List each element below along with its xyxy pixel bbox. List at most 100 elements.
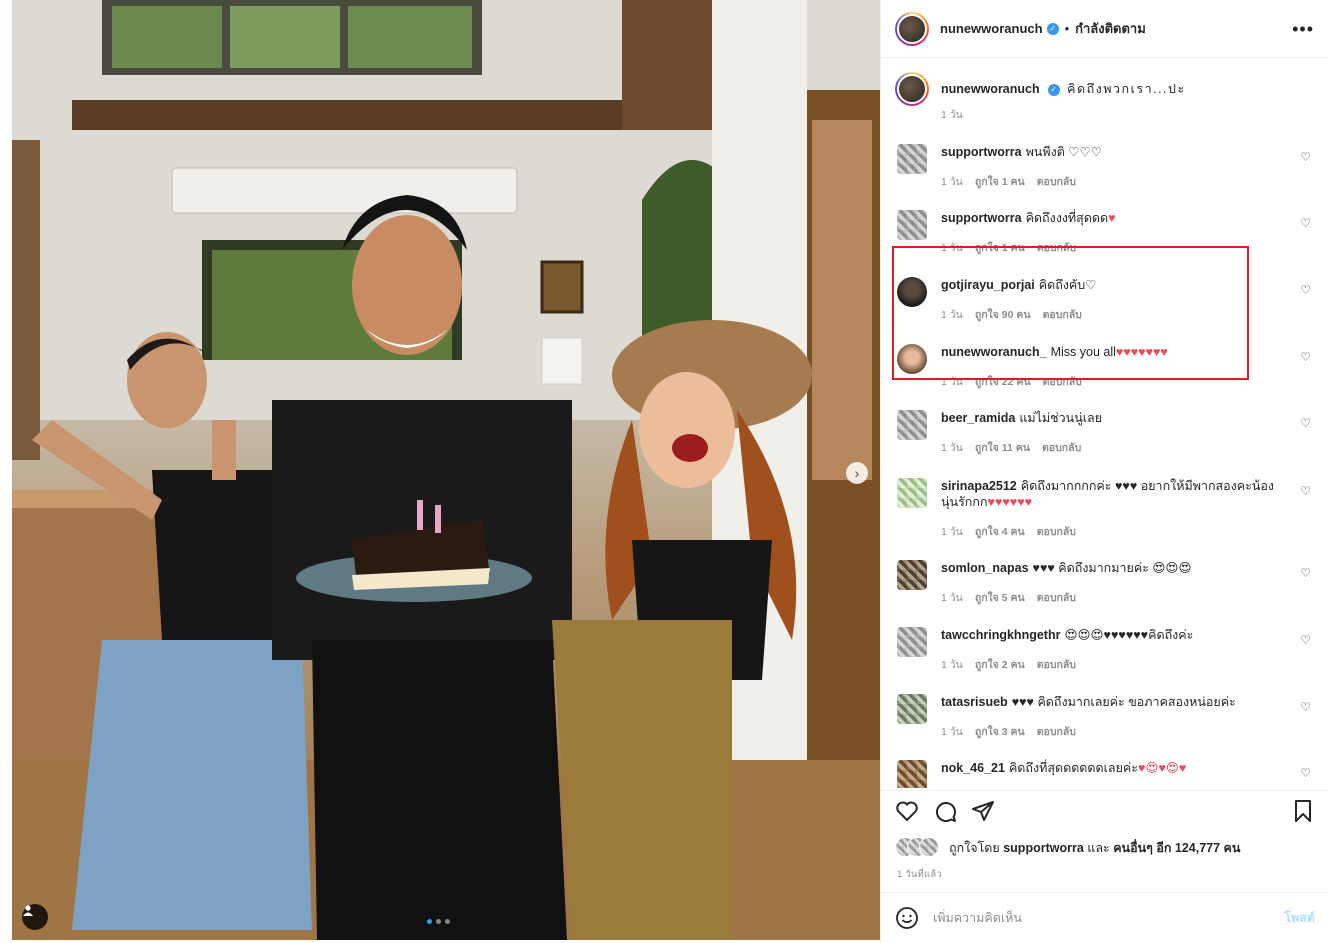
comment-time[interactable]: 1 วัน — [941, 176, 963, 188]
user-tag-icon[interactable] — [22, 904, 48, 930]
follow-status-button[interactable]: กำลังติดตาม — [1075, 18, 1146, 39]
post-header: nunewworanuch ✓ • กำลังติดตาม ••• — [881, 0, 1328, 58]
comment-item: somlon_napas ♥♥♥ คิดถึงมากมายค่ะ 😍😍😍 1 วั… — [895, 560, 1315, 606]
author-avatar[interactable] — [895, 11, 929, 46]
comment-item: nok_46_21 คิดถึงที่สุดดดดดดเลยค่ะ♥😍♥😍♥ ♡ — [895, 760, 1315, 788]
likes-summary[interactable]: ถูกใจโดย supportworra และ คนอื่นๆ อีก 12… — [895, 837, 1240, 859]
commenter-avatar[interactable] — [897, 694, 927, 724]
comments-list[interactable]: nunewworanuch ✓ คิดถึงพวกเรา...ปะ 1 วัน s… — [881, 58, 1328, 788]
comment-emoji: ♥😍♥😍♥ — [1138, 761, 1187, 775]
more-options-icon[interactable]: ••• — [1292, 19, 1314, 40]
caption-username[interactable]: nunewworanuch — [941, 82, 1040, 96]
comment-likes[interactable]: ถูกใจ 1 คน — [975, 176, 1025, 188]
save-icon[interactable] — [1291, 799, 1315, 823]
comment-username[interactable]: supportworra — [941, 211, 1022, 225]
comment-item: sirinapa2512 คิดถึงมากกกกค่ะ ♥♥♥ อยากให้ม… — [895, 478, 1315, 540]
comment-time[interactable]: 1 วัน — [941, 526, 963, 538]
comment-text: คิดถึงงงที่สุดดด — [1025, 211, 1109, 225]
share-icon[interactable] — [971, 799, 995, 823]
comment-time[interactable]: 1 วัน — [941, 592, 963, 604]
comment-item: beer_ramida แม่ไม่ช่วนนู่เลย 1 วัน ถูกใจ 1… — [895, 410, 1315, 456]
comment-item: tawcchringkhngethr 😍😍😍♥♥♥♥♥♥คิดถึงค่ะ 1 ว… — [895, 627, 1315, 673]
author-username[interactable]: nunewworanuch — [940, 21, 1043, 36]
like-comment-icon[interactable]: ♡ — [1300, 700, 1311, 714]
comment-username[interactable]: nok_46_21 — [941, 761, 1005, 775]
commenter-avatar[interactable] — [897, 210, 927, 240]
next-image-button[interactable]: › — [846, 462, 868, 484]
verified-badge-icon: ✓ — [1047, 83, 1060, 96]
reply-button[interactable]: ตอบกลับ — [1037, 526, 1076, 538]
add-comment-input[interactable]: เพิ่มความคิดเห็น — [933, 908, 1284, 928]
comment-item: supportworra พนพีงติ ♡♡♡ 1 วัน ถูกใจ 1 คน ต… — [895, 144, 1315, 190]
commenter-avatar[interactable] — [897, 560, 927, 590]
comment-username[interactable]: tatasrisueb — [941, 695, 1008, 709]
commenter-avatar[interactable] — [897, 410, 927, 440]
comment-text: คิดถึงที่สุดดดดดดเลยค่ะ — [1008, 761, 1138, 775]
like-comment-icon[interactable]: ♡ — [1300, 216, 1311, 230]
likes-others[interactable]: คนอื่นๆ อีก 124,777 คน — [1113, 838, 1240, 858]
comment-likes[interactable]: ถูกใจ 2 คน — [975, 659, 1025, 671]
caption-time[interactable]: 1 วัน — [941, 109, 963, 121]
comment-text: แม่ไม่ช่วนนู่เลย — [1019, 411, 1103, 425]
like-comment-icon[interactable]: ♡ — [1300, 283, 1311, 297]
commenter-avatar[interactable] — [897, 627, 927, 657]
comment-likes[interactable]: ถูกใจ 3 คน — [975, 726, 1025, 738]
like-comment-icon[interactable]: ♡ — [1300, 416, 1311, 430]
commenter-avatar[interactable] — [897, 144, 927, 174]
comment-item: tatasrisueb ♥♥♥ คิดถึงมากเลยค่ะ ขอภาคสองห… — [895, 694, 1315, 740]
reply-button[interactable]: ตอบกลับ — [1037, 176, 1076, 188]
caption: nunewworanuch ✓ คิดถึงพวกเรา...ปะ 1 วัน — [895, 72, 1315, 123]
reply-button[interactable]: ตอบกลับ — [1042, 442, 1081, 454]
post-comment-button[interactable]: โพสต์ — [1284, 908, 1315, 928]
like-comment-icon[interactable]: ♡ — [1300, 150, 1311, 164]
reply-button[interactable]: ตอบกลับ — [1037, 659, 1076, 671]
comment-username[interactable]: sirinapa2512 — [941, 479, 1017, 493]
comment-emoji: 😍😍😍 — [1152, 561, 1192, 575]
comment-likes[interactable]: ถูกใจ 11 คน — [975, 442, 1030, 454]
comment-text: 😍😍😍♥♥♥♥♥♥ — [1064, 628, 1149, 642]
add-comment-bar: เพิ่มความคิดเห็น โพสต์ — [881, 892, 1328, 943]
caption-text: คิดถึงพวกเรา...ปะ — [1067, 82, 1186, 96]
like-comment-icon[interactable]: ♡ — [1300, 633, 1311, 647]
comment-icon[interactable] — [933, 799, 957, 823]
emoji-icon[interactable] — [895, 906, 919, 930]
comment-text: ♥♥♥ คิดถึงมากมายค่ะ — [1032, 561, 1149, 575]
verified-badge-icon: ✓ — [1046, 22, 1059, 35]
comment-username[interactable]: supportworra — [941, 145, 1022, 159]
reply-button[interactable]: ตอบกลับ — [1037, 592, 1076, 604]
post-photo[interactable]: › — [12, 0, 880, 940]
highlight-annotation — [892, 246, 1249, 380]
liker-username[interactable]: supportworra — [1003, 841, 1084, 855]
like-icon[interactable] — [895, 799, 919, 823]
likes-and: และ — [1087, 841, 1110, 855]
like-comment-icon[interactable]: ♡ — [1300, 766, 1311, 780]
carousel-indicator — [427, 919, 450, 924]
comment-likes[interactable]: ถูกใจ 4 คน — [975, 526, 1025, 538]
comment-text: พนพีงติ — [1025, 145, 1065, 159]
commenter-avatar[interactable] — [897, 478, 927, 508]
likes-prefix: ถูกใจโดย — [949, 841, 1000, 855]
comment-emoji: ♥ — [1108, 211, 1116, 225]
like-comment-icon[interactable]: ♡ — [1300, 566, 1311, 580]
caption-avatar[interactable] — [895, 72, 929, 106]
reply-button[interactable]: ตอบกลับ — [1037, 726, 1076, 738]
comment-emoji: ♡♡♡ — [1068, 145, 1102, 159]
comment-time[interactable]: 1 วัน — [941, 442, 963, 454]
like-comment-icon[interactable]: ♡ — [1300, 350, 1311, 364]
post-time[interactable]: 1 วันที่แล้ว — [897, 867, 942, 882]
comment-likes[interactable]: ถูกใจ 5 คน — [975, 592, 1025, 604]
comment-time[interactable]: 1 วัน — [941, 659, 963, 671]
post-actions: ถูกใจโดย supportworra และ คนอื่นๆ อีก 12… — [881, 790, 1328, 898]
post-side-panel: nunewworanuch ✓ • กำลังติดตาม ••• nuneww… — [880, 0, 1328, 943]
like-comment-icon[interactable]: ♡ — [1300, 484, 1311, 498]
comment-emoji: คิดถึงค่ะ — [1148, 628, 1194, 642]
liker-avatars — [895, 837, 943, 859]
comment-username[interactable]: beer_ramida — [941, 411, 1015, 425]
comment-text: ♥♥♥ คิดถึงมากเลยค่ะ ขอภาคสองหน่อยค่ะ — [1011, 695, 1236, 709]
separator-dot: • — [1064, 21, 1070, 36]
comment-username[interactable]: tawcchringkhngethr — [941, 628, 1060, 642]
commenter-avatar[interactable] — [897, 760, 927, 788]
comment-username[interactable]: somlon_napas — [941, 561, 1029, 575]
comment-time[interactable]: 1 วัน — [941, 726, 963, 738]
comment-emoji: ♥♥♥♥♥♥ — [987, 495, 1033, 509]
